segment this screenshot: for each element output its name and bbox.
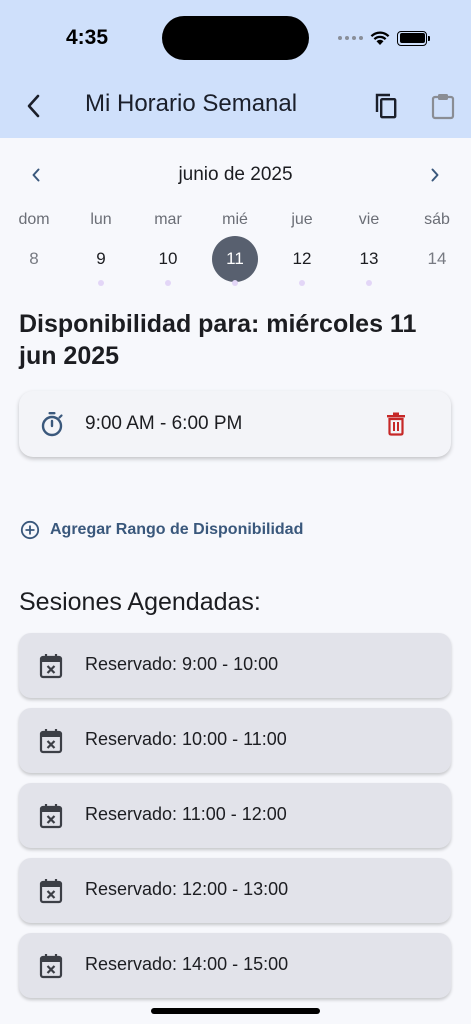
chevron-right-icon [431,168,439,182]
availability-range-label: 9:00 AM - 6:00 PM [85,413,243,434]
trash-icon [387,412,405,436]
month-label: junio de 2025 [178,164,293,185]
day-number: 8 [29,249,39,268]
day-cell[interactable]: lun 9 [75,208,127,286]
next-week-button[interactable] [423,162,447,188]
back-button[interactable] [18,88,50,124]
month-navigator: junio de 2025 [0,158,471,192]
status-time: 4:35 [66,26,109,49]
day-number: 9 [96,249,106,268]
status-icons [338,28,430,48]
session-card[interactable]: Reservado: 9:00 - 10:00 [19,633,451,698]
timer-icon [41,412,63,437]
add-availability-range-button[interactable]: Agregar Rango de Disponibilidad [20,518,303,542]
session-card[interactable]: Reservado: 14:00 - 15:00 [19,933,451,998]
day-cell[interactable]: mar 10 [142,208,194,286]
event-busy-icon [39,879,63,904]
session-label: Reservado: 9:00 - 10:00 [85,654,279,674]
day-name: jue [291,211,313,228]
day-name: sáb [424,211,450,228]
event-dot [98,280,104,286]
copy-icon [375,93,397,119]
delete-range-button[interactable] [383,409,409,439]
back-arrow-icon [27,94,40,118]
sessions-list: Reservado: 9:00 - 10:00 Reservado: 10:00… [19,633,451,1008]
day-number: 13 [359,249,379,268]
event-dot [366,280,372,286]
event-dot [232,280,238,286]
day-name: dom [18,211,50,228]
sessions-heading: Sesiones Agendadas: [19,588,261,616]
signal-icon [338,36,363,40]
day-name: mar [154,211,182,228]
copy-button[interactable] [370,88,402,124]
day-cell[interactable]: jue 12 [276,208,328,286]
session-card[interactable]: Reservado: 12:00 - 13:00 [19,858,451,923]
availability-range-card[interactable]: 9:00 AM - 6:00 PM [19,391,451,457]
page-title: Mi Horario Semanal [85,90,298,117]
day-number: 10 [158,249,178,268]
event-busy-icon [39,654,63,679]
week-strip: dom 8 lun 9 mar 10 mié 11 jue 12 vie 13 … [0,208,471,294]
session-card[interactable]: Reservado: 11:00 - 12:00 [19,783,451,848]
day-name: vie [358,211,380,228]
day-number: 11 [226,249,244,268]
home-indicator [151,1008,320,1014]
battery-icon [397,30,430,46]
day-name: mié [222,211,248,228]
session-label: Reservado: 10:00 - 11:00 [85,729,287,749]
app-bar: 4:35 Mi Horario Semanal [0,0,471,138]
day-name: lun [90,211,112,228]
day-number: 14 [427,249,447,268]
add-range-label: Agregar Rango de Disponibilidad [50,521,304,538]
availability-heading: Disponibilidad para: miércoles 11 jun 20… [19,310,417,370]
event-busy-icon [39,954,63,979]
wifi-icon [370,31,390,45]
day-number: 12 [292,249,312,268]
session-card[interactable]: Reservado: 10:00 - 11:00 [19,708,451,773]
event-busy-icon [39,729,63,754]
session-label: Reservado: 12:00 - 13:00 [85,879,289,899]
session-label: Reservado: 14:00 - 15:00 [85,954,289,974]
event-busy-icon [39,804,63,829]
day-cell[interactable]: dom 8 [8,208,60,286]
dynamic-island [162,16,309,60]
paste-button[interactable] [427,88,459,124]
event-dot [165,280,171,286]
session-label: Reservado: 11:00 - 12:00 [85,804,287,824]
clipboard-icon [431,94,455,120]
event-dot [299,280,305,286]
day-cell[interactable]: vie 13 [343,208,395,286]
day-cell[interactable]: sáb 14 [411,208,463,286]
add-circle-icon [20,520,40,540]
day-cell[interactable]: mié 11 [209,208,261,286]
